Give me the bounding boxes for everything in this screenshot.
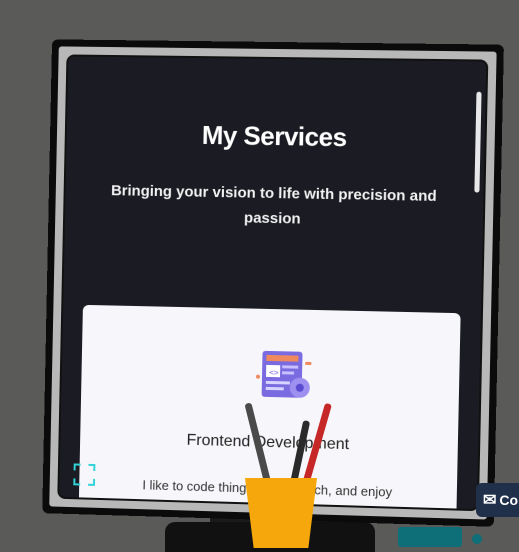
contact-button[interactable]: ✉ Co <box>476 483 519 517</box>
card-title: Frontend Development <box>186 431 350 454</box>
fullscreen-icon[interactable] <box>73 463 95 485</box>
section-subtitle: Bringing your vision to life with precis… <box>110 182 437 228</box>
svg-text:<>: <> <box>269 368 279 377</box>
code-illustration-icon: <> <box>256 350 311 398</box>
desk-object-round <box>472 534 482 544</box>
desk-object <box>398 527 462 547</box>
monitor: My Services Bringing your vision to life… <box>42 39 504 527</box>
monitor-bezel: My Services Bringing your vision to life… <box>49 46 497 520</box>
envelope-icon: ✉ <box>483 492 497 509</box>
contact-button-label: Co <box>499 492 519 508</box>
section-title: My Services <box>201 119 347 153</box>
monitor-screen[interactable]: My Services Bringing your vision to life… <box>57 54 489 512</box>
pen-cup <box>245 478 317 548</box>
